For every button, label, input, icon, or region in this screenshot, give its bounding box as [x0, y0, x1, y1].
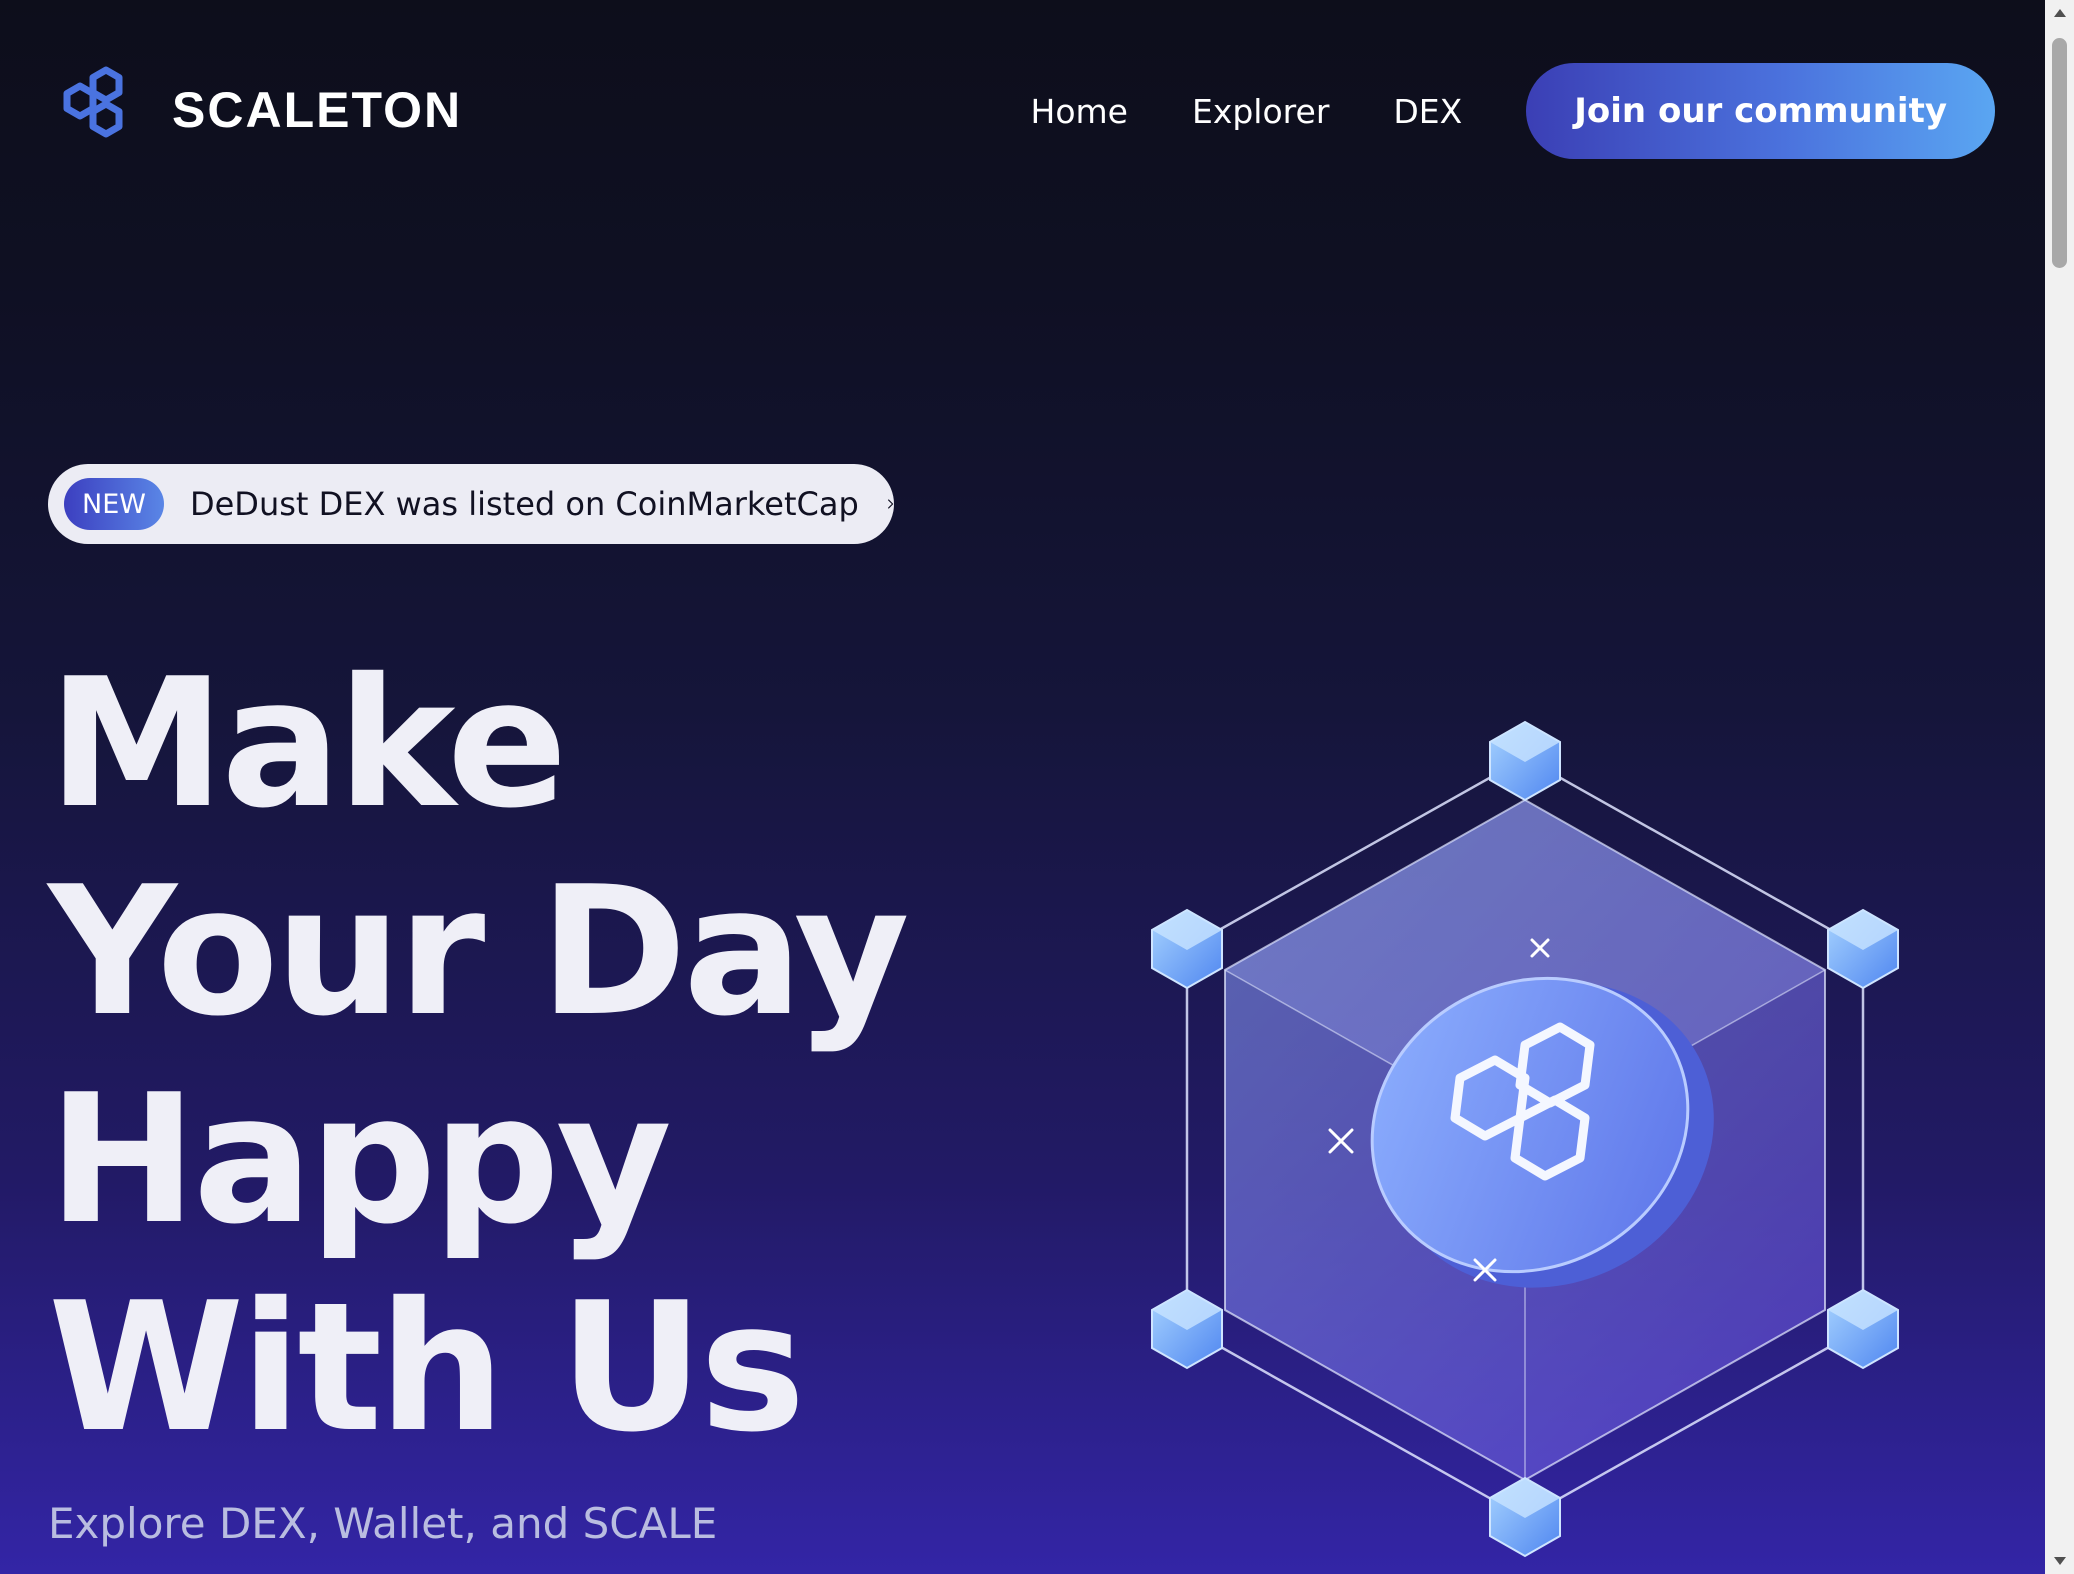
scroll-down-arrow-icon[interactable] [2045, 1548, 2074, 1574]
hero-subtitle: Explore DEX, Wallet, and SCALE in the Sc… [48, 1490, 717, 1574]
nav-dex-link[interactable]: DEX [1393, 92, 1462, 131]
hexagon-cube-coin-illustration [1151, 720, 1899, 1558]
hero-title-line: With Us [48, 1264, 806, 1471]
nav-home-link[interactable]: Home [1031, 92, 1128, 131]
hero-title: Make Your Day Happy With Us [48, 640, 910, 1472]
hero-title-line: Your Day [48, 848, 910, 1055]
chevron-right-icon [887, 499, 893, 509]
announcement-banner[interactable]: NEW DeDust DEX was listed on CoinMarketC… [48, 464, 894, 544]
honeycomb-logo-icon [63, 66, 123, 138]
page: SCALETON Home Explorer DEX Join our comm… [0, 0, 2045, 1574]
scrollbar-thumb[interactable] [2052, 38, 2067, 268]
brand-logo[interactable]: SCALETON [48, 60, 462, 160]
brand-name: SCALETON [172, 82, 463, 138]
site-header: SCALETON Home Explorer DEX Join our comm… [0, 0, 2045, 230]
vertical-scrollbar[interactable] [2045, 0, 2074, 1574]
hero-title-line: Make [48, 640, 568, 847]
join-community-button[interactable]: Join our community [1526, 63, 1995, 159]
scroll-up-arrow-icon[interactable] [2045, 0, 2074, 26]
announcement-text: DeDust DEX was listed on CoinMarketCap [189, 485, 859, 523]
main-nav: Home Explorer DEX Join our community [1031, 63, 1995, 159]
hero-title-line: Happy [48, 1056, 672, 1263]
nav-explorer-link[interactable]: Explorer [1192, 92, 1329, 131]
hero-subtitle-line: in the Scaleton ecosystem [48, 1558, 717, 1574]
new-badge: NEW [64, 478, 164, 530]
node-cube [1489, 720, 1561, 802]
hero-subtitle-line: Explore DEX, Wallet, and SCALE [48, 1499, 718, 1548]
